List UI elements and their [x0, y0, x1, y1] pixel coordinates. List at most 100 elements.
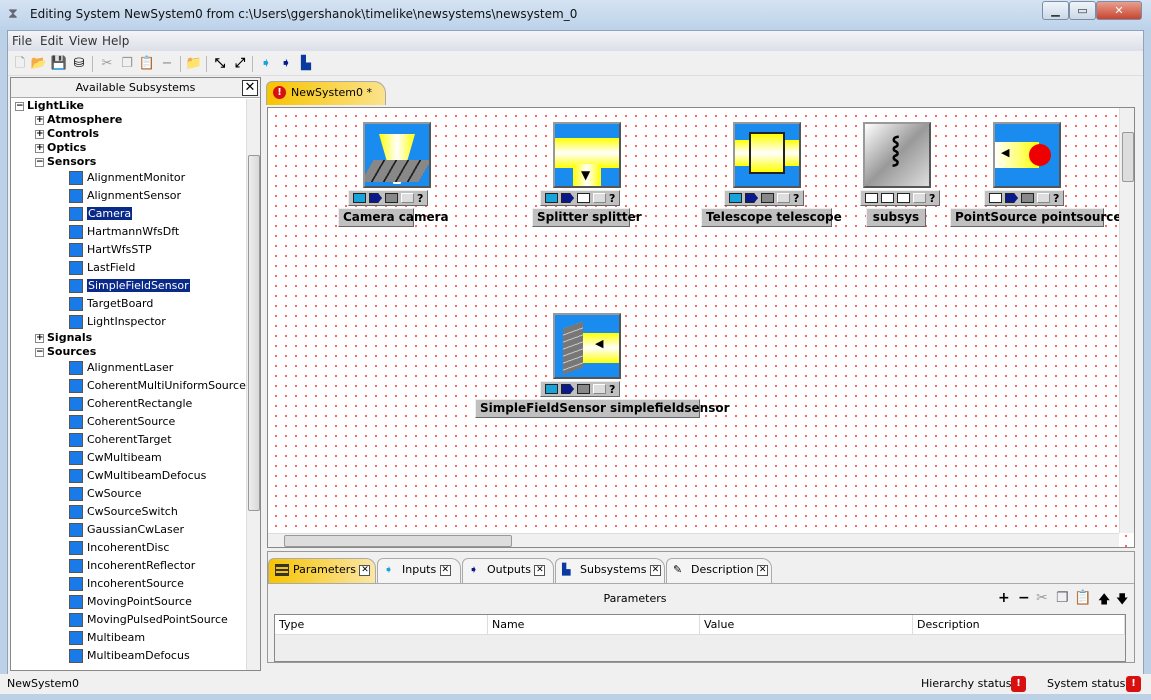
canvas-vertical-scrollbar[interactable] — [1119, 108, 1134, 533]
port-grey-icon[interactable] — [385, 193, 398, 203]
port-in-outline-icon[interactable] — [989, 193, 1002, 203]
add-parameter-button[interactable]: + — [998, 590, 1010, 606]
collapse-icon[interactable]: ⤡ — [211, 55, 229, 73]
port-grey-icon[interactable] — [761, 193, 774, 203]
copy-icon[interactable]: ❐ — [118, 55, 136, 73]
collapse-icon[interactable]: − — [35, 157, 44, 167]
scrollbar-thumb[interactable] — [248, 155, 260, 511]
port-light-icon[interactable] — [913, 193, 926, 203]
expand-icon[interactable]: ⤢ — [231, 55, 249, 73]
tab-outputs[interactable]: ➧ Outputs ✕ — [462, 558, 554, 583]
tree-item-cwmultibeamdefocus[interactable]: CwMultibeamDefocus — [69, 467, 206, 485]
tree-item-movingpointsource[interactable]: MovingPointSource — [69, 593, 192, 611]
block-label[interactable]: PointSource pointsource — [950, 208, 1122, 227]
tab-description[interactable]: ✎ Description ✕ — [666, 558, 772, 583]
move-down-icon[interactable]: 🡇 — [1116, 590, 1128, 611]
tree-item-cwsource[interactable]: CwSource — [69, 485, 141, 503]
scrollbar-thumb[interactable] — [284, 535, 512, 547]
port-grey-icon[interactable] — [1021, 193, 1034, 203]
save-all-icon[interactable]: ⛁ — [70, 55, 88, 73]
tree-item-coherentsource[interactable]: CoherentSource — [69, 413, 175, 431]
simple-field-sensor-icon[interactable]: ◀ — [553, 313, 621, 379]
help-button[interactable]: ? — [1053, 192, 1059, 205]
port-in-icon[interactable] — [545, 193, 558, 203]
port-in-outline-icon[interactable] — [865, 193, 878, 203]
add-subsystem-icon[interactable]: ▙ — [297, 55, 315, 73]
tree-scrollbar[interactable] — [246, 99, 260, 670]
point-source-icon[interactable]: ◀ — [993, 122, 1061, 188]
expand-icon[interactable]: + — [35, 115, 44, 125]
column-type[interactable]: Type — [275, 615, 488, 635]
port-in-icon[interactable] — [353, 193, 366, 203]
close-panel-button[interactable]: ✕ — [242, 80, 258, 96]
close-tab-icon[interactable]: ✕ — [359, 564, 371, 576]
tree-item-coherentrectangle[interactable]: CoherentRectangle — [69, 395, 192, 413]
import-icon[interactable]: 📁 — [185, 55, 203, 73]
column-name[interactable]: Name — [488, 615, 700, 635]
port-grey-icon[interactable] — [577, 384, 590, 394]
port-out-icon[interactable] — [745, 193, 758, 203]
minimize-button[interactable]: ▁ — [1042, 1, 1069, 20]
tree-item-signals[interactable]: + Signals — [35, 331, 92, 345]
block-label[interactable]: Telescope telescope — [701, 208, 842, 227]
tree-item-lastfield[interactable]: LastField — [69, 259, 135, 277]
tree-item-sensors[interactable]: − Sensors — [35, 155, 96, 169]
block-label[interactable]: subsys — [866, 208, 926, 227]
column-value[interactable]: Value — [700, 615, 913, 635]
tree-item-camera[interactable]: Camera — [69, 205, 133, 223]
port-light-icon[interactable] — [777, 193, 790, 203]
tree-item-sources[interactable]: − Sources — [35, 345, 96, 359]
remove-parameter-button[interactable]: − — [1018, 590, 1030, 606]
expand-icon[interactable]: + — [35, 129, 44, 139]
tree-item-simplefieldsensor[interactable]: SimpleFieldSensor — [69, 277, 190, 295]
port-light-icon[interactable] — [1037, 193, 1050, 203]
tree-item-alignmentlaser[interactable]: AlignmentLaser — [69, 359, 173, 377]
help-button[interactable]: ? — [417, 192, 423, 205]
port-white-icon[interactable] — [897, 193, 910, 203]
maximize-button[interactable]: ▭ — [1069, 1, 1096, 20]
block-label[interactable]: Camera camera — [338, 208, 449, 227]
port-out-icon[interactable] — [1005, 193, 1018, 203]
subsystem-icon[interactable]: ⸾ — [863, 122, 931, 188]
cut-icon[interactable]: ✂ — [1036, 590, 1048, 606]
paste-icon[interactable]: 📋 — [1074, 590, 1091, 606]
tree-item-hartmannwfsdft[interactable]: HartmannWfsDft — [69, 223, 179, 241]
column-description[interactable]: Description — [913, 615, 1125, 635]
tab-newsystem0[interactable]: ! NewSystem0 * ✕ — [266, 81, 386, 121]
port-out-outline-icon[interactable] — [881, 193, 894, 203]
save-icon[interactable]: 💾 — [50, 55, 68, 73]
tree-item-coherentmultiuniformsource[interactable]: CoherentMultiUniformSource — [69, 377, 246, 395]
menu-file[interactable]: File — [12, 34, 32, 48]
collapse-icon[interactable]: − — [35, 347, 44, 357]
close-tab-icon[interactable]: ✕ — [757, 564, 769, 576]
menu-help[interactable]: Help — [102, 34, 129, 48]
port-light-icon[interactable] — [593, 384, 606, 394]
tree-item-lightlike[interactable]: − LightLike — [15, 99, 84, 113]
tree-item-hartwfsstp[interactable]: HartWfsSTP — [69, 241, 152, 259]
tab-inputs[interactable]: ➧ Inputs ✕ — [377, 558, 461, 583]
new-icon[interactable]: 🗋 — [11, 55, 29, 73]
expand-icon[interactable]: + — [35, 143, 44, 153]
close-button[interactable]: ✕ — [1096, 1, 1142, 20]
block-label[interactable]: Splitter splitter — [532, 208, 642, 227]
tree-item-controls[interactable]: + Controls — [35, 127, 99, 141]
tree-item-cwsourceswitch[interactable]: CwSourceSwitch — [69, 503, 178, 521]
tab-subsystems[interactable]: ▙ Subsystems ✕ — [555, 558, 665, 583]
port-in-icon[interactable] — [729, 193, 742, 203]
remove-icon[interactable]: − — [158, 55, 176, 73]
port-light-icon[interactable] — [593, 193, 606, 203]
tree-item-incoherentdisc[interactable]: IncoherentDisc — [69, 539, 169, 557]
scrollbar-thumb[interactable] — [1122, 132, 1134, 182]
tree-item-gaussiancwlaser[interactable]: GaussianCwLaser — [69, 521, 184, 539]
tree-item-movingpulsedpointsource[interactable]: MovingPulsedPointSource — [69, 611, 228, 629]
help-button[interactable]: ? — [929, 192, 935, 205]
expand-icon[interactable]: + — [35, 333, 44, 343]
port-light-icon[interactable] — [401, 193, 414, 203]
tree-item-alignmentsensor[interactable]: AlignmentSensor — [69, 187, 181, 205]
help-button[interactable]: ? — [609, 383, 615, 396]
collapse-icon[interactable]: − — [15, 101, 24, 111]
system-canvas[interactable]: ? Camera camera ▼? Splitter splitter? Telesc… — [267, 107, 1135, 548]
move-up-icon[interactable]: 🡅 — [1098, 590, 1110, 611]
tree-item-coherenttarget[interactable]: CoherentTarget — [69, 431, 172, 449]
close-tab-icon[interactable]: ✕ — [534, 564, 546, 576]
